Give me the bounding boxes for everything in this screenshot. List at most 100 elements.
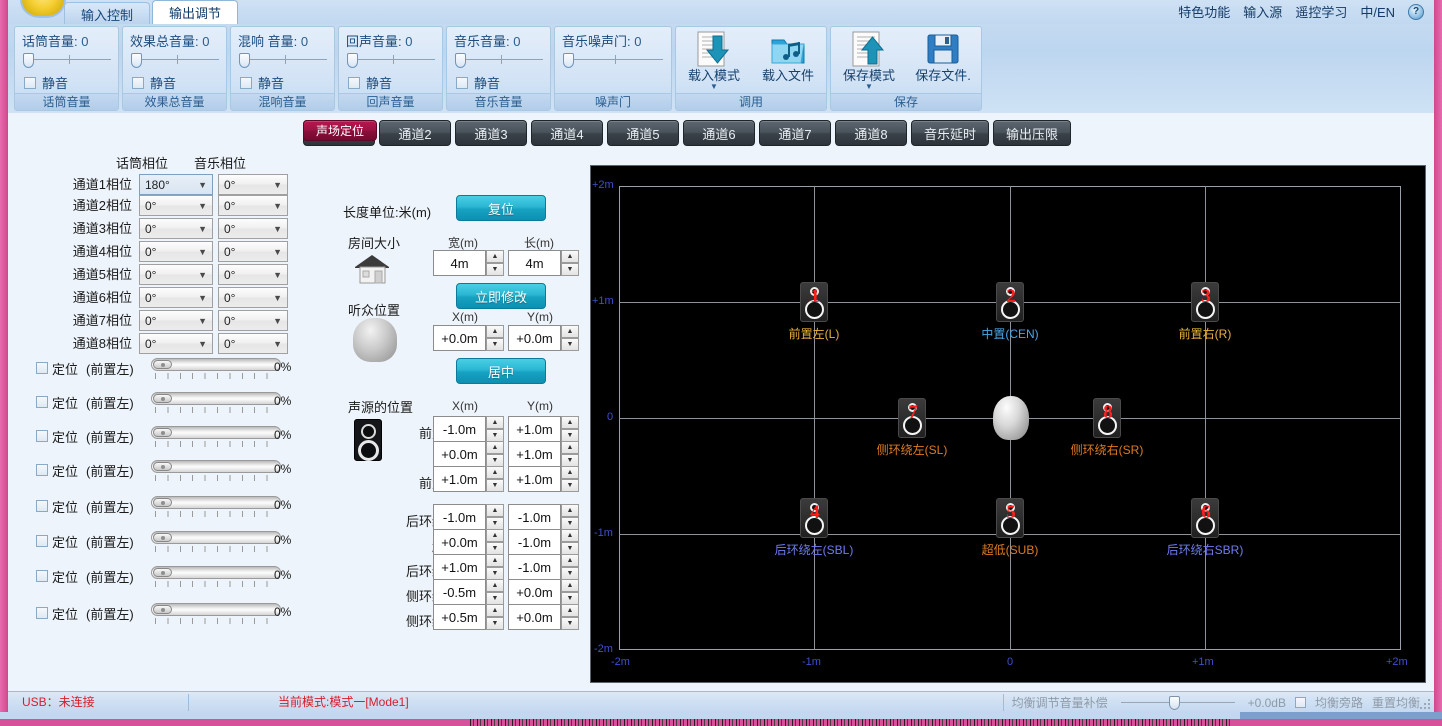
speaker-marker-surround-right[interactable]: 8	[1093, 398, 1121, 438]
stepper-up-icon[interactable]: ▲	[486, 604, 504, 617]
echo-mute-row[interactable]: 静音	[348, 73, 392, 92]
pan-row-6-checkbox[interactable]	[36, 535, 48, 547]
phase-row-6-music-select[interactable]: 0°▼	[218, 287, 288, 308]
effect-volume-slider-thumb[interactable]	[131, 53, 142, 68]
music-volume-slider[interactable]	[455, 53, 543, 67]
tab-sound-field[interactable]: 声场定位	[303, 120, 377, 141]
stepper-up-icon[interactable]: ▲	[486, 504, 504, 517]
load-mode-arrow-icon[interactable]: ▼	[678, 83, 750, 90]
mic-mute-checkbox[interactable]	[24, 77, 36, 89]
pan-row-4-slider-knob[interactable]	[153, 462, 172, 471]
reverb-volume-slider-thumb[interactable]	[239, 53, 250, 68]
source-2-x-input[interactable]: +0.0m	[433, 441, 486, 467]
save-mode-arrow-icon[interactable]: ▼	[833, 83, 905, 90]
center-button[interactable]: 居中	[456, 358, 546, 384]
pan-row-4-checkbox[interactable]	[36, 464, 48, 476]
music-mute-row[interactable]: 静音	[456, 73, 500, 92]
tab-music-delay[interactable]: 音乐延时	[911, 120, 989, 146]
pan-row-3-slider-knob[interactable]	[153, 428, 172, 437]
mic-volume-slider-thumb[interactable]	[23, 53, 34, 68]
source-2-y-input[interactable]: +1.0m	[508, 441, 561, 467]
tab-channel-4[interactable]: 通道4	[531, 120, 603, 146]
noise-gate-slider-thumb[interactable]	[563, 53, 574, 68]
source-4-y-stepper[interactable]: ▲▼	[561, 504, 579, 530]
phase-row-4-mic-select[interactable]: 0°▼	[139, 241, 213, 262]
stepper-down-icon[interactable]: ▼	[486, 617, 504, 630]
tab-channel-8[interactable]: 通道8	[835, 120, 907, 146]
pan-row-2-checkbox[interactable]	[36, 396, 48, 408]
stepper-up-icon[interactable]: ▲	[561, 554, 579, 567]
tab-channel-2[interactable]: 通道2	[379, 120, 451, 146]
stepper-down-icon[interactable]: ▼	[561, 479, 579, 492]
speaker-marker-front-right[interactable]: 3	[1191, 282, 1219, 322]
source-6-x-stepper[interactable]: ▲▼	[486, 554, 504, 580]
pan-row-7-slider-knob[interactable]	[153, 568, 172, 577]
source-7-y-input[interactable]: +0.0m	[508, 579, 561, 605]
stepper-down-icon[interactable]: ▼	[486, 338, 504, 351]
stepper-up-icon[interactable]: ▲	[561, 504, 579, 517]
tab-channel-7[interactable]: 通道7	[759, 120, 831, 146]
stepper-up-icon[interactable]: ▲	[561, 604, 579, 617]
eq-bypass-checkbox[interactable]	[1295, 697, 1306, 708]
source-6-y-input[interactable]: -1.0m	[508, 554, 561, 580]
stepper-up-icon[interactable]: ▲	[561, 250, 579, 263]
echo-volume-slider-thumb[interactable]	[347, 53, 358, 68]
sound-field-chart[interactable]: +2m +1m 0 -1m -2m -2m -1m 0 +1m +2m 1	[590, 165, 1426, 683]
menu-item-language[interactable]: 中/EN	[1360, 2, 1395, 21]
pan-row-1-slider[interactable]	[151, 357, 281, 383]
tab-channel-3[interactable]: 通道3	[455, 120, 527, 146]
pan-row-6-slider[interactable]	[151, 530, 281, 556]
pan-row-4-slider[interactable]	[151, 459, 281, 485]
phase-row-8-mic-select[interactable]: 0°▼	[139, 333, 213, 354]
phase-row-1-mic-select[interactable]: 180°▼	[139, 174, 213, 195]
tab-output-limit[interactable]: 输出压限	[993, 120, 1071, 146]
effect-mute-checkbox[interactable]	[132, 77, 144, 89]
source-3-y-stepper[interactable]: ▲▼	[561, 466, 579, 492]
stepper-up-icon[interactable]: ▲	[486, 441, 504, 454]
phase-row-5-music-select[interactable]: 0°▼	[218, 264, 288, 285]
room-width-input[interactable]: 4m	[433, 250, 486, 276]
source-8-y-input[interactable]: +0.0m	[508, 604, 561, 630]
resize-grip-icon[interactable]	[1419, 698, 1431, 710]
stepper-down-icon[interactable]: ▼	[561, 617, 579, 630]
source-8-y-stepper[interactable]: ▲▼	[561, 604, 579, 630]
phase-row-8-music-select[interactable]: 0°▼	[218, 333, 288, 354]
stepper-up-icon[interactable]: ▲	[486, 416, 504, 429]
stepper-up-icon[interactable]: ▲	[486, 250, 504, 263]
speaker-marker-surround-back-left[interactable]: 4	[800, 498, 828, 538]
speaker-marker-surround-left[interactable]: 7	[898, 398, 926, 438]
reverb-mute-checkbox[interactable]	[240, 77, 252, 89]
pan-row-2-slider[interactable]	[151, 391, 281, 417]
pan-row-8-slider-knob[interactable]	[153, 605, 172, 614]
source-7-x-input[interactable]: -0.5m	[433, 579, 486, 605]
listener-x-stepper[interactable]: ▲▼	[486, 325, 504, 351]
source-6-x-input[interactable]: +1.0m	[433, 554, 486, 580]
stepper-up-icon[interactable]: ▲	[561, 529, 579, 542]
pan-row-5-slider[interactable]	[151, 495, 281, 521]
phase-row-3-music-select[interactable]: 0°▼	[218, 218, 288, 239]
source-5-y-input[interactable]: -1.0m	[508, 529, 561, 555]
source-7-x-stepper[interactable]: ▲▼	[486, 579, 504, 605]
music-volume-slider-thumb[interactable]	[455, 53, 466, 68]
speaker-marker-center[interactable]: 2	[996, 282, 1024, 322]
stepper-up-icon[interactable]: ▲	[486, 579, 504, 592]
stepper-up-icon[interactable]: ▲	[561, 466, 579, 479]
reverb-volume-slider[interactable]	[239, 53, 327, 67]
phase-row-4-music-select[interactable]: 0°▼	[218, 241, 288, 262]
reset-button[interactable]: 复位	[456, 195, 546, 221]
eq-reset-label[interactable]: 重置均衡	[1372, 694, 1420, 711]
source-3-x-stepper[interactable]: ▲▼	[486, 466, 504, 492]
stepper-up-icon[interactable]: ▲	[486, 325, 504, 338]
mic-mute-row[interactable]: 静音	[24, 73, 68, 92]
room-length-stepper[interactable]: ▲▼	[561, 250, 579, 276]
help-icon[interactable]: ?	[1408, 4, 1424, 20]
source-5-x-stepper[interactable]: ▲▼	[486, 529, 504, 555]
speaker-marker-surround-back-right[interactable]: 6	[1191, 498, 1219, 538]
menu-item-remote[interactable]: 遥控学习	[1295, 2, 1347, 21]
listener-y-stepper[interactable]: ▲▼	[561, 325, 579, 351]
pan-row-5-slider-knob[interactable]	[153, 498, 172, 507]
source-5-x-input[interactable]: +0.0m	[433, 529, 486, 555]
pan-row-7-checkbox[interactable]	[36, 570, 48, 582]
stepper-up-icon[interactable]: ▲	[486, 554, 504, 567]
pan-row-1-checkbox[interactable]	[36, 362, 48, 374]
